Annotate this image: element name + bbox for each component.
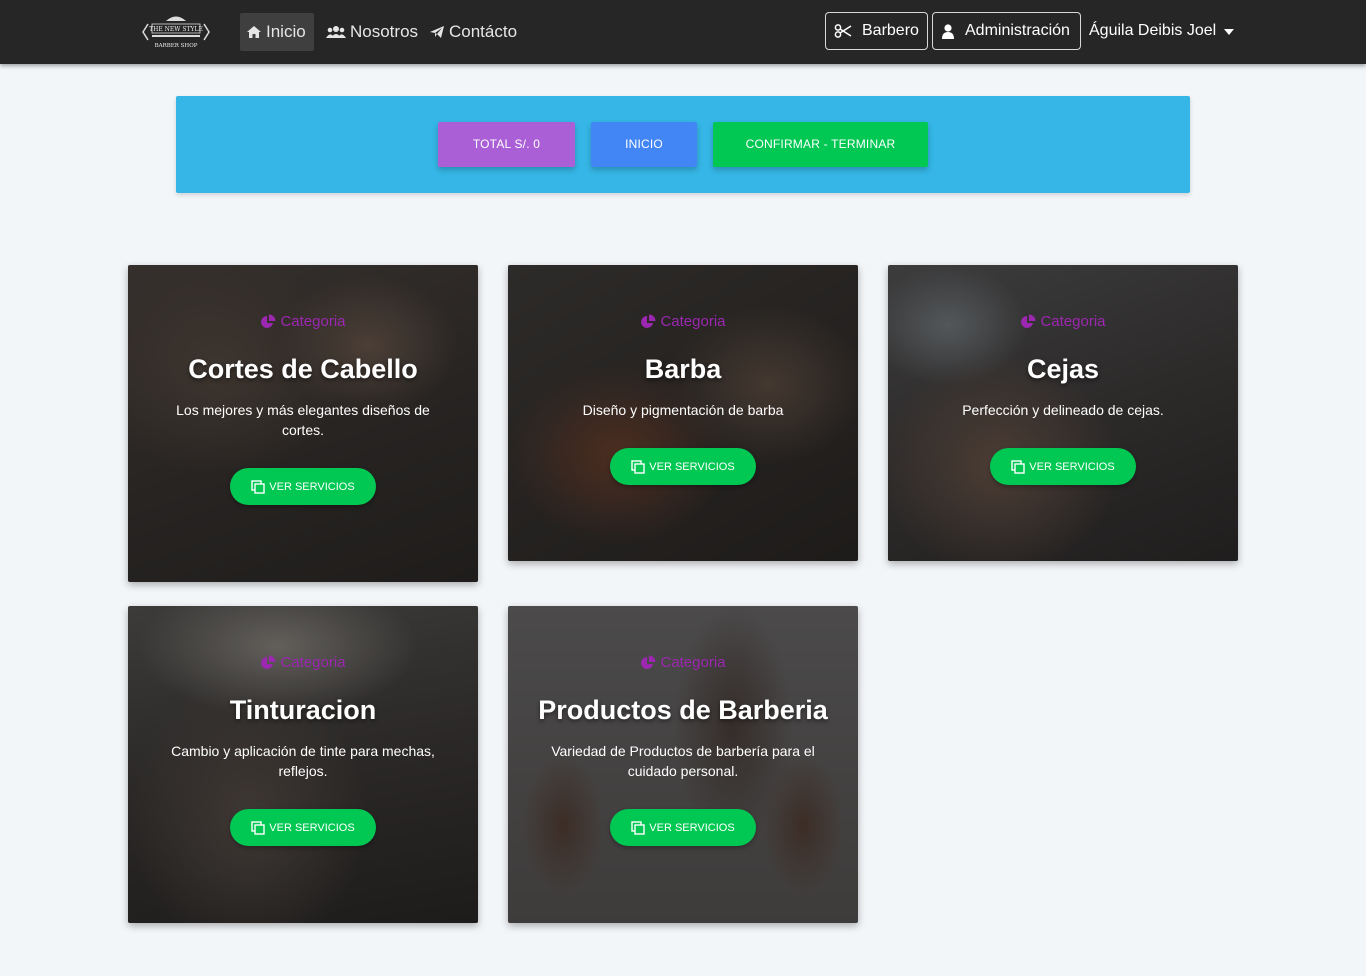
svg-text:THE NEW STYLE: THE NEW STYLE xyxy=(149,26,203,33)
category-card-tinturacion: Categoria Tinturacion Cambio y aplicació… xyxy=(128,606,478,923)
paper-plane-icon xyxy=(430,26,444,38)
confirmar-terminar-button[interactable]: CONFIRMAR - TERMINAR xyxy=(713,122,928,167)
ver-servicios-button[interactable]: VER SERVICIOS xyxy=(230,468,376,505)
category-card-cortes: Categoria Cortes de Cabello Los mejores … xyxy=(128,265,478,582)
card-description: Variedad de Productos de barbería para e… xyxy=(551,743,815,779)
ver-servicios-button[interactable]: VER SERVICIOS xyxy=(990,448,1136,485)
scissors-icon xyxy=(834,24,852,38)
nav-contacto[interactable]: Contácto xyxy=(423,13,523,51)
barbero-button-label: Barbero xyxy=(862,22,919,39)
administracion-button[interactable]: Administración xyxy=(932,12,1081,50)
card-description: Perfección y delineado de cejas. xyxy=(962,402,1164,418)
copy-icon xyxy=(631,459,645,474)
category-label: Categoria xyxy=(640,654,726,671)
category-card-productos: Categoria Productos de Barberia Variedad… xyxy=(508,606,858,923)
category-label: Categoria xyxy=(260,313,346,330)
card-title: Tinturacion xyxy=(229,695,377,725)
barbero-button[interactable]: Barbero xyxy=(825,12,928,50)
nav-nosotros[interactable]: Nosotros xyxy=(320,13,424,51)
copy-icon xyxy=(631,820,645,835)
card-description: Los mejores y más elegantes diseños de c… xyxy=(176,402,430,438)
brand-logo[interactable]: THE NEW STYLE BARBER SHOP xyxy=(140,12,212,52)
nav-inicio[interactable]: Inicio xyxy=(240,13,314,51)
chevron-down-icon xyxy=(1224,29,1235,35)
user-dropdown[interactable]: Águila Deibis Joel xyxy=(1089,12,1235,50)
card-description: Diseño y pigmentación de barba xyxy=(582,402,784,418)
pie-chart-icon xyxy=(641,314,656,328)
ver-servicios-button[interactable]: VER SERVICIOS xyxy=(610,809,756,846)
card-title: Cortes de Cabello xyxy=(188,354,418,384)
nav-inicio-label: Inicio xyxy=(266,22,306,41)
category-card-cejas: Categoria Cejas Perfección y delineado d… xyxy=(888,265,1238,561)
home-icon xyxy=(247,26,261,38)
card-title: Barba xyxy=(644,354,722,384)
order-panel: TOTAL S/. 0 INICIO CONFIRMAR - TERMINAR xyxy=(176,96,1190,193)
card-description: Cambio y aplicación de tinte para mechas… xyxy=(171,743,435,779)
nav-nosotros-label: Nosotros xyxy=(350,22,419,41)
category-card-barba: Categoria Barba Diseño y pigmentación de… xyxy=(508,265,858,561)
copy-icon xyxy=(251,820,265,835)
copy-icon xyxy=(1011,459,1025,474)
card-title: Productos de Barberia xyxy=(538,695,828,725)
category-label: Categoria xyxy=(1020,313,1106,330)
pie-chart-icon xyxy=(261,314,276,328)
pie-chart-icon xyxy=(1021,314,1036,328)
pie-chart-icon xyxy=(261,655,276,669)
administracion-button-label: Administración xyxy=(965,22,1070,39)
user-icon xyxy=(942,23,954,39)
ver-servicios-button[interactable]: VER SERVICIOS xyxy=(230,809,376,846)
card-title: Cejas xyxy=(1026,354,1100,384)
copy-icon xyxy=(251,479,265,494)
category-label: Categoria xyxy=(260,654,346,671)
users-icon xyxy=(326,26,346,38)
top-navbar: THE NEW STYLE BARBER SHOP Inicio Nosotro… xyxy=(0,0,1366,64)
ver-servicios-button[interactable]: VER SERVICIOS xyxy=(610,448,756,485)
svg-text:BARBER SHOP: BARBER SHOP xyxy=(155,43,198,49)
total-button[interactable]: TOTAL S/. 0 xyxy=(438,122,575,167)
user-name: Águila Deibis Joel xyxy=(1089,22,1217,39)
nav-contacto-label: Contácto xyxy=(449,22,518,41)
inicio-button[interactable]: INICIO xyxy=(591,122,697,167)
pie-chart-icon xyxy=(641,655,656,669)
category-label: Categoria xyxy=(640,313,726,330)
